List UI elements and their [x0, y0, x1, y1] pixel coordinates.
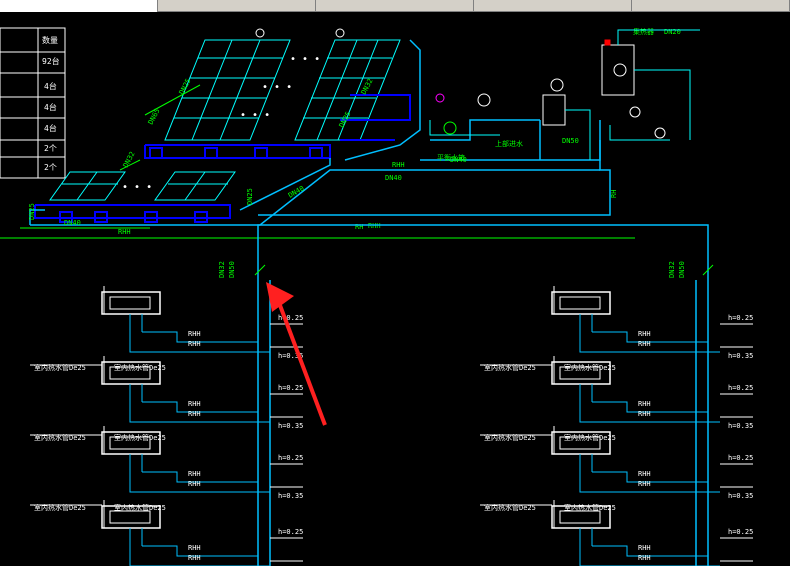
main-risers — [257, 224, 709, 566]
unit-height-label: h=0.35 — [728, 422, 753, 430]
unit-height-label: h=0.35 — [728, 492, 753, 500]
unit-pipe-label: RHH — [188, 330, 201, 338]
unit-height-label: h=0.25 — [728, 384, 753, 392]
unit-height-label: h=0.25 — [728, 528, 753, 536]
svg-text:RH: RH — [355, 223, 363, 231]
legend-count-1: 92台 — [42, 56, 60, 66]
unit-height-label: h=0.25 — [278, 528, 303, 536]
unit-height-label: h=0.35 — [728, 352, 753, 360]
legend-count-5: 2个 — [44, 144, 57, 153]
unit-pipe-label: RHH — [638, 410, 651, 418]
svg-text:RHH: RHH — [368, 222, 381, 230]
svg-text:DN20: DN20 — [664, 28, 681, 36]
svg-text:集热器: 集热器 — [633, 27, 654, 36]
unit-pipe-label: RHH — [188, 400, 201, 408]
unit-height-label: h=0.25 — [728, 454, 753, 462]
unit-pipe-label: RHH — [188, 544, 201, 552]
svg-text:上部进水: 上部进水 — [495, 139, 523, 148]
unit-room-label: 室内热水管De25 — [34, 503, 86, 512]
floor-unit: RHHRHHh=0.25h=0.35室内热水管De25 室内热水管De25 — [30, 286, 303, 372]
unit-pipe-label: RHH — [188, 410, 201, 418]
svg-text:平衡水箱: 平衡水箱 — [437, 153, 465, 162]
unit-pipe-label: RHH — [638, 470, 651, 478]
unit-pipe-label: RHH — [638, 480, 651, 488]
svg-text:• • •: • • • — [262, 82, 292, 93]
svg-text:DN50: DN50 — [228, 261, 236, 278]
collector-supports — [34, 94, 411, 223]
legend-header: 数量 — [42, 35, 58, 45]
legend-count-6: 2个 — [44, 163, 57, 172]
svg-text:DN25: DN25 — [246, 188, 254, 205]
unit-room-label: 室内热水管De25 — [484, 503, 536, 512]
unit-room-label: 室内热水管De25 — [484, 363, 536, 372]
svg-text:DN50: DN50 — [562, 137, 579, 145]
unit-height-label: h=0.25 — [278, 384, 303, 392]
unit-pipe-label: RHH — [188, 340, 201, 348]
svg-text:RHH: RHH — [118, 228, 131, 236]
drawing-tab-1[interactable] — [0, 0, 158, 12]
unit-pipe-label: RHH — [638, 330, 651, 338]
cad-drawing-canvas[interactable]: 数量 92台 4台 4台 4台 2个 2个 • • • • • • • • • • … — [0, 12, 790, 566]
svg-text:DN40: DN40 — [385, 174, 402, 182]
legend-count-2: 4台 — [44, 81, 57, 91]
unit-pipe-label: RHH — [188, 480, 201, 488]
unit-room-label: 室内热水管De25 — [484, 433, 536, 442]
drawing-tab-4[interactable] — [474, 0, 632, 12]
svg-text:DN32: DN32 — [218, 261, 226, 278]
svg-text:RHH: RHH — [392, 161, 405, 169]
svg-text:• • •: • • • — [290, 54, 320, 65]
unit-pipe-label: RHH — [638, 544, 651, 552]
drawing-tab-3[interactable] — [316, 0, 474, 12]
unit-pipe-label: RHH — [638, 400, 651, 408]
unit-pipe-label: RHH — [638, 340, 651, 348]
unit-room-label: 室内热水管De25 — [34, 433, 86, 442]
legend-count-4: 4台 — [44, 123, 57, 133]
drawing-tab-2[interactable] — [158, 0, 316, 12]
svg-text:DN50: DN50 — [678, 261, 686, 278]
legend-count-3: 4台 — [44, 102, 57, 112]
svg-text:• • •: • • • — [122, 182, 152, 193]
svg-text:DN65: DN65 — [147, 107, 162, 126]
floor-unit: RHHRHHh=0.25h=0.35室内热水管De25 室内热水管De25 — [480, 286, 753, 372]
svg-text:DN25: DN25 — [28, 203, 36, 220]
svg-text:DN40: DN40 — [64, 219, 81, 227]
unit-room-label: 室内热水管De25 — [34, 363, 86, 372]
unit-height-label: h=0.25 — [728, 314, 753, 322]
unit-height-label: h=0.35 — [278, 492, 303, 500]
svg-text:DN32: DN32 — [122, 150, 137, 169]
unit-pipe-label: RHH — [638, 554, 651, 562]
svg-text:DN32: DN32 — [668, 261, 676, 278]
unit-height-label: h=0.25 — [278, 454, 303, 462]
rotated-pipe-labels: DN65 DN32 DN25 DN25 DN32 DN25 DN25 DN40 … — [28, 77, 686, 278]
floor-units-right: RHH RHH h=0.25 h=0.35 室内热水管De25 室内热水管De25 RHH R… — [480, 286, 753, 566]
break-mark-left — [254, 264, 266, 276]
drawing-tab-5[interactable] — [632, 0, 790, 12]
drawing-tabbar — [0, 0, 790, 12]
unit-height-label: h=0.35 — [278, 422, 303, 430]
unit-pipe-label: RHH — [188, 554, 201, 562]
unit-pipe-label: RHH — [188, 470, 201, 478]
svg-text:• • •: • • • — [240, 110, 270, 121]
svg-text:DN25: DN25 — [178, 77, 193, 96]
floor-units-left: RHH RHH h=0.25 h=0.35 室内热水管De25 室内热水管De25 RHH R… — [30, 286, 303, 566]
svg-text:RH: RH — [610, 190, 618, 198]
